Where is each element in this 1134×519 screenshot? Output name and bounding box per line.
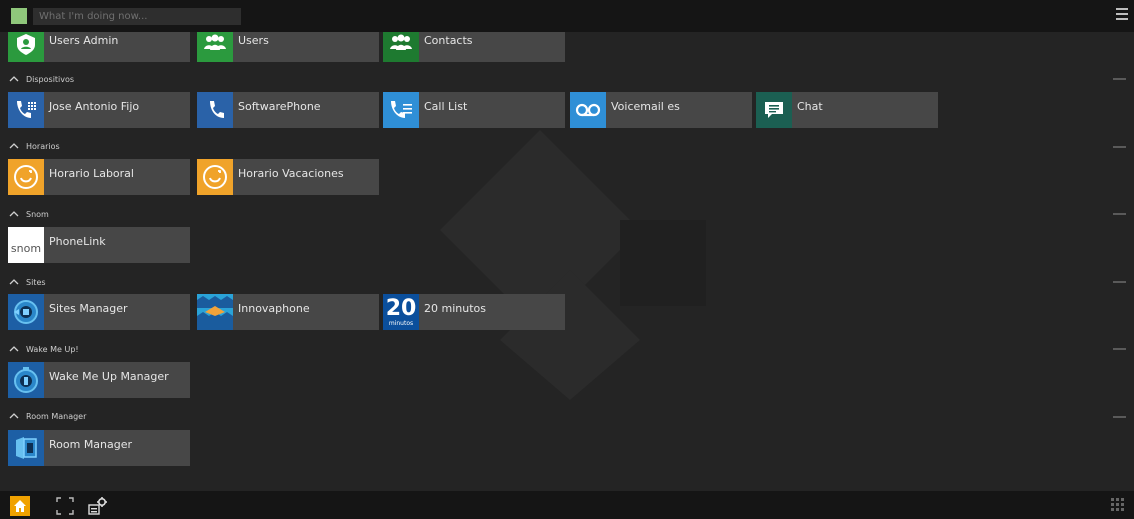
tile-label: Innovaphone — [238, 302, 310, 315]
section-title: Horarios — [26, 141, 60, 151]
voicemail-icon — [570, 92, 606, 128]
tile-label: Call List — [424, 100, 468, 113]
tile-label: PhoneLink — [49, 235, 106, 248]
chevron-up-icon — [9, 143, 19, 149]
section-title: Sites — [26, 277, 46, 287]
tile-label: Voicemail es — [611, 100, 680, 113]
section-collapse-bar[interactable] — [1113, 78, 1126, 80]
20minutos-icon: 20 minutos — [383, 294, 419, 330]
tile-label: Users Admin — [49, 34, 119, 47]
section-header-horarios[interactable]: Horarios — [8, 139, 60, 153]
tile-label: Chat — [797, 100, 823, 113]
tile-label: Jose Antonio Fijo — [49, 100, 140, 113]
fullscreen-icon[interactable] — [55, 496, 75, 516]
section-header-sites[interactable]: Sites — [8, 275, 46, 289]
alarm-icon — [8, 362, 44, 398]
tile-innovaphone[interactable]: Innovaphone — [197, 294, 379, 330]
section-title: Dispositivos — [26, 74, 75, 84]
chevron-up-icon — [9, 279, 19, 285]
phone-icon — [197, 92, 233, 128]
chevron-up-icon — [9, 346, 19, 352]
tile-jose-antonio-fijo[interactable]: Jose Antonio Fijo — [8, 92, 190, 128]
tile-sites-manager[interactable]: Sites Manager — [8, 294, 190, 330]
clock-icon — [8, 159, 44, 195]
tile-label: 20 minutos — [424, 302, 486, 315]
tile-label: Contacts — [424, 34, 473, 47]
tile-label: Wake Me Up Manager — [49, 370, 169, 383]
innovaphone-icon — [197, 294, 233, 330]
tile-20-minutos[interactable]: 20 minutos 20 minutos — [383, 294, 565, 330]
tile-label: Horario Vacaciones — [238, 167, 344, 180]
tile-room-manager[interactable]: Room Manager — [8, 430, 190, 466]
tile-chat[interactable]: Chat — [756, 92, 938, 128]
tile-phonelink[interactable]: snom PhoneLink — [8, 227, 190, 263]
room-icon — [8, 430, 44, 466]
sites-manager-icon — [8, 294, 44, 330]
app-launcher: Users Admin Users Contacts Dispositivos … — [0, 26, 1134, 491]
chevron-up-icon — [9, 211, 19, 217]
phone-keypad-icon — [8, 92, 44, 128]
section-header-room-manager[interactable]: Room Manager — [8, 409, 86, 423]
tile-horario-laboral[interactable]: Horario Laboral — [8, 159, 190, 195]
tile-softwarephone[interactable]: SoftwarePhone — [197, 92, 379, 128]
chat-icon — [756, 92, 792, 128]
snom-logo-icon: snom — [8, 227, 44, 263]
bottom-bar — [0, 491, 1134, 519]
tile-horario-vacaciones[interactable]: Horario Vacaciones — [197, 159, 379, 195]
settings-icon[interactable] — [87, 496, 109, 516]
section-title: Room Manager — [26, 411, 87, 421]
tile-label: Users — [238, 34, 269, 47]
tile-label: Room Manager — [49, 438, 133, 451]
hamburger-menu-icon[interactable] — [1116, 8, 1128, 22]
tile-wake-me-up-manager[interactable]: Wake Me Up Manager — [8, 362, 190, 398]
home-icon[interactable] — [10, 496, 30, 516]
clock-icon — [197, 159, 233, 195]
section-collapse-bar[interactable] — [1113, 348, 1126, 350]
tile-label: Sites Manager — [49, 302, 128, 315]
call-list-icon — [383, 92, 419, 128]
tile-call-list[interactable]: Call List — [383, 92, 565, 128]
grid-icon[interactable] — [1110, 497, 1126, 513]
section-header-snom[interactable]: Snom — [8, 207, 49, 221]
section-title: Wake Me Up! — [26, 344, 79, 354]
section-collapse-bar[interactable] — [1113, 146, 1126, 148]
tile-label: SoftwarePhone — [238, 100, 321, 113]
section-title: Snom — [26, 209, 49, 219]
section-header-wake-me-up[interactable]: Wake Me Up! — [8, 342, 79, 356]
section-collapse-bar[interactable] — [1113, 416, 1126, 418]
status-input[interactable] — [33, 8, 241, 25]
section-collapse-bar[interactable] — [1113, 281, 1126, 283]
chevron-up-icon — [9, 413, 19, 419]
tile-label: Horario Laboral — [49, 167, 134, 180]
presence-indicator[interactable] — [11, 8, 27, 24]
section-header-dispositivos[interactable]: Dispositivos — [8, 72, 74, 86]
chevron-up-icon — [9, 76, 19, 82]
section-collapse-bar[interactable] — [1113, 213, 1126, 215]
top-bar — [0, 0, 1134, 32]
tile-voicemail[interactable]: Voicemail es — [570, 92, 752, 128]
